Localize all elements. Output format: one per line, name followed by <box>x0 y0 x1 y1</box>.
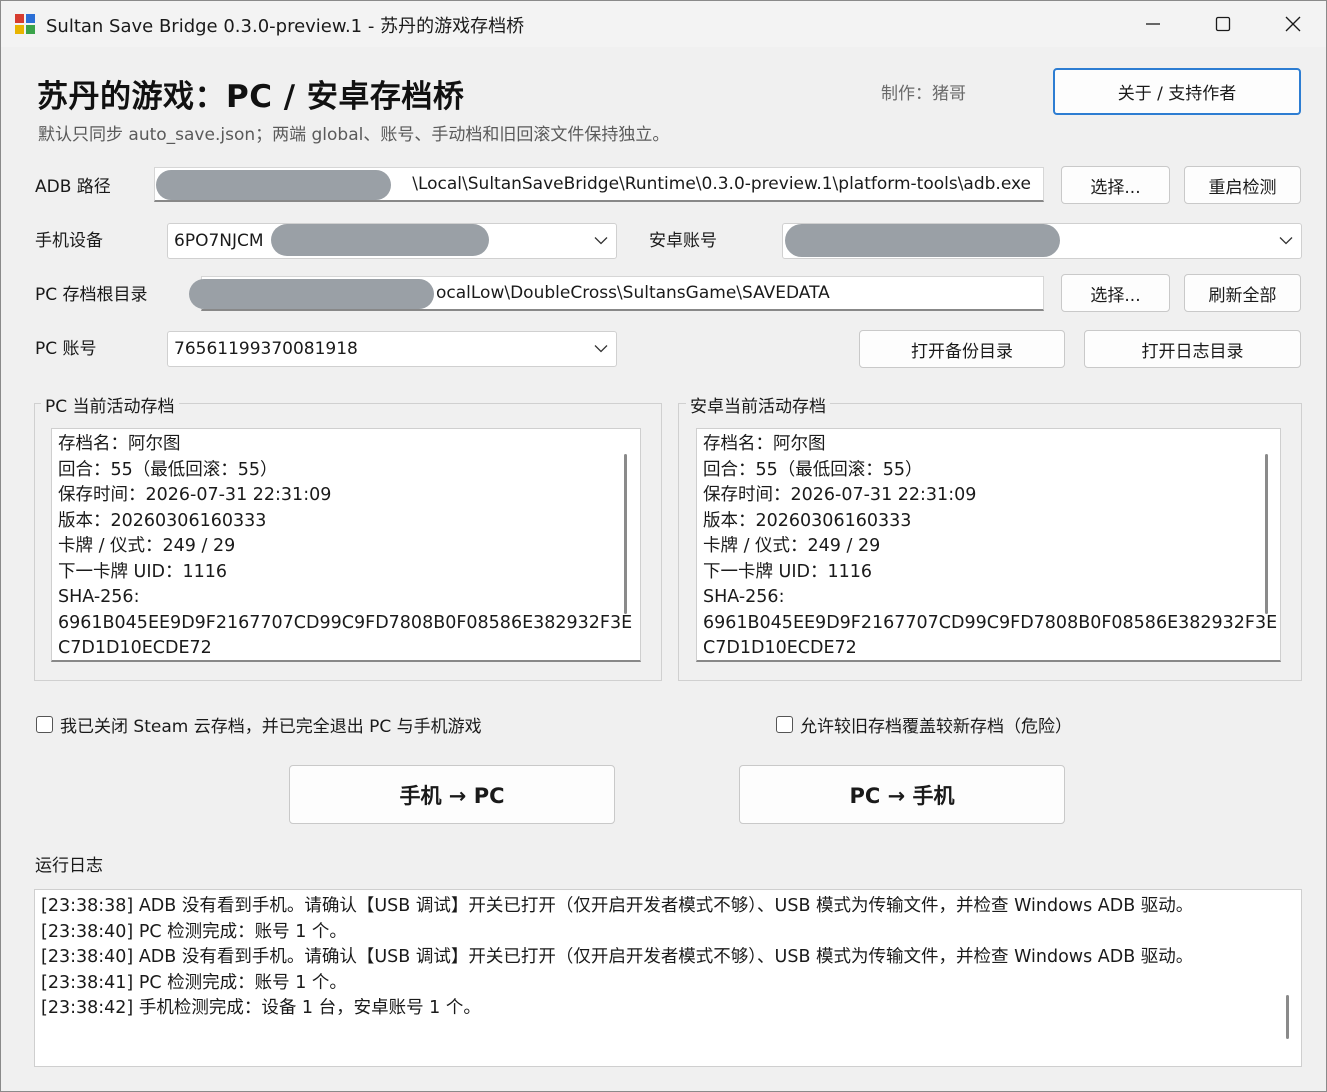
app-icon <box>15 14 35 34</box>
allow-older-checkbox[interactable]: 允许较旧存档覆盖较新存档（危险） <box>776 712 1072 737</box>
maximize-icon <box>1215 16 1231 32</box>
log-scrollbar[interactable] <box>1286 995 1289 1039</box>
android-save-group-title: 安卓当前活动存档 <box>686 392 830 417</box>
chevron-down-icon <box>1279 237 1293 245</box>
pc-save-scrollbar[interactable] <box>624 454 627 614</box>
phone-to-pc-button[interactable]: 手机 → PC <box>289 765 615 824</box>
android-save-scrollbar[interactable] <box>1265 454 1268 614</box>
android-save-line: 版本：20260306160333 <box>703 510 912 531</box>
pc-root-label: PC 存档根目录 <box>35 285 148 305</box>
redacted-region <box>156 170 391 200</box>
android-save-line: SHA-256: <box>703 587 785 607</box>
android-save-line: C7D1D10ECDE72 <box>703 638 857 658</box>
redacted-region <box>785 224 1060 257</box>
android-save-line: 卡牌 / 仪式：249 / 29 <box>703 536 881 556</box>
app-window: Sultan Save Bridge 0.3.0-preview.1 - 苏丹的… <box>0 0 1327 1092</box>
open-log-dir-button[interactable]: 打开日志目录 <box>1084 330 1301 368</box>
log-line: [23:38:42] 手机检测完成：设备 1 台，安卓账号 1 个。 <box>41 998 481 1018</box>
android-save-line: 存档名：阿尔图 <box>703 434 826 454</box>
device-label: 手机设备 <box>35 231 103 251</box>
close-button[interactable] <box>1258 1 1327 47</box>
android-save-line: 6961B045EE9D9F2167707CD99C9FD7808B0F0858… <box>703 612 1278 633</box>
pc-account-value: 76561199370081918 <box>174 339 358 359</box>
android-save-line: 回合：55（最低回滚：55） <box>703 459 923 480</box>
checkbox-box[interactable] <box>36 716 53 733</box>
pc-save-line: 保存时间：2026-07-31 22:31:09 <box>58 485 332 505</box>
log-line: [23:38:41] PC 检测完成：账号 1 个。 <box>41 972 347 993</box>
log-line: [23:38:38] ADB 没有看到手机。请确认【USB 调试】开关已打开（仅… <box>41 896 1194 916</box>
chevron-down-icon <box>594 345 608 353</box>
title-bar: Sultan Save Bridge 0.3.0-preview.1 - 苏丹的… <box>1 1 1326 47</box>
android-save-line: 保存时间：2026-07-31 22:31:09 <box>703 485 977 505</box>
pc-save-line: 下一卡牌 UID：1116 <box>58 561 228 582</box>
android-account-label: 安卓账号 <box>649 231 717 251</box>
pc-save-line: 卡牌 / 仪式：249 / 29 <box>58 536 236 556</box>
pc-save-line: 存档名：阿尔图 <box>58 434 181 454</box>
log-line: [23:38:40] PC 检测完成：账号 1 个。 <box>41 921 347 942</box>
confirm-closed-checkbox[interactable]: 我已关闭 Steam 云存档，并已完全退出 PC 与手机游戏 <box>36 712 482 737</box>
restart-detect-button[interactable]: 重启检测 <box>1184 166 1301 204</box>
android-save-info[interactable]: 存档名：阿尔图 回合：55（最低回滚：55） 保存时间：2026-07-31 2… <box>696 428 1281 662</box>
pc-root-value: ocalLow\DoubleCross\SultansGame\SAVEDATA <box>436 283 830 303</box>
device-value: 6PO7NJCM <box>174 231 264 251</box>
adb-path-value: \Local\SultanSaveBridge\Runtime\0.3.0-pr… <box>412 174 1031 194</box>
redacted-region <box>189 279 434 309</box>
refresh-all-button[interactable]: 刷新全部 <box>1184 274 1301 312</box>
minimize-icon <box>1146 23 1160 25</box>
log-label: 运行日志 <box>35 856 103 876</box>
pc-save-line: 版本：20260306160333 <box>58 510 267 531</box>
chevron-down-icon <box>594 237 608 245</box>
open-backup-dir-button[interactable]: 打开备份目录 <box>859 330 1065 368</box>
checkbox-box[interactable] <box>776 716 793 733</box>
pc-root-select-button[interactable]: 选择... <box>1061 274 1170 312</box>
redacted-region <box>271 224 489 256</box>
pc-save-line: 回合：55（最低回滚：55） <box>58 459 278 480</box>
pc-account-label: PC 账号 <box>35 339 97 359</box>
adb-path-label: ADB 路径 <box>35 177 111 197</box>
pc-save-line: C7D1D10ECDE72 <box>58 638 212 658</box>
allow-older-label: 允许较旧存档覆盖较新存档（危险） <box>800 717 1072 737</box>
minimize-button[interactable] <box>1118 1 1188 47</box>
maximize-button[interactable] <box>1188 1 1258 47</box>
about-button[interactable]: 关于 / 支持作者 <box>1053 68 1301 115</box>
android-save-line: 下一卡牌 UID：1116 <box>703 561 873 582</box>
pc-save-group-title: PC 当前活动存档 <box>41 392 179 417</box>
pc-account-select[interactable]: 76561199370081918 <box>167 331 617 367</box>
page-title: 苏丹的游戏：PC / 安卓存档桥 <box>37 79 465 115</box>
pc-save-info[interactable]: 存档名：阿尔图 回合：55（最低回滚：55） 保存时间：2026-07-31 2… <box>51 428 641 662</box>
log-output[interactable]: [23:38:38] ADB 没有看到手机。请确认【USB 调试】开关已打开（仅… <box>34 889 1302 1067</box>
adb-select-button[interactable]: 选择... <box>1061 166 1170 204</box>
close-icon <box>1285 16 1301 32</box>
confirm-closed-label: 我已关闭 Steam 云存档，并已完全退出 PC 与手机游戏 <box>60 717 482 737</box>
pc-save-line: 6961B045EE9D9F2167707CD99C9FD7808B0F0858… <box>58 612 633 633</box>
log-line: [23:38:40] ADB 没有看到手机。请确认【USB 调试】开关已打开（仅… <box>41 947 1194 967</box>
pc-to-phone-button[interactable]: PC → 手机 <box>739 765 1065 824</box>
pc-save-line: SHA-256: <box>58 587 140 607</box>
page-subtitle: 默认只同步 auto_save.json；两端 global、账号、手动档和旧回… <box>38 125 670 145</box>
author-label: 制作：猪哥 <box>881 84 966 104</box>
window-title: Sultan Save Bridge 0.3.0-preview.1 - 苏丹的… <box>46 16 525 37</box>
